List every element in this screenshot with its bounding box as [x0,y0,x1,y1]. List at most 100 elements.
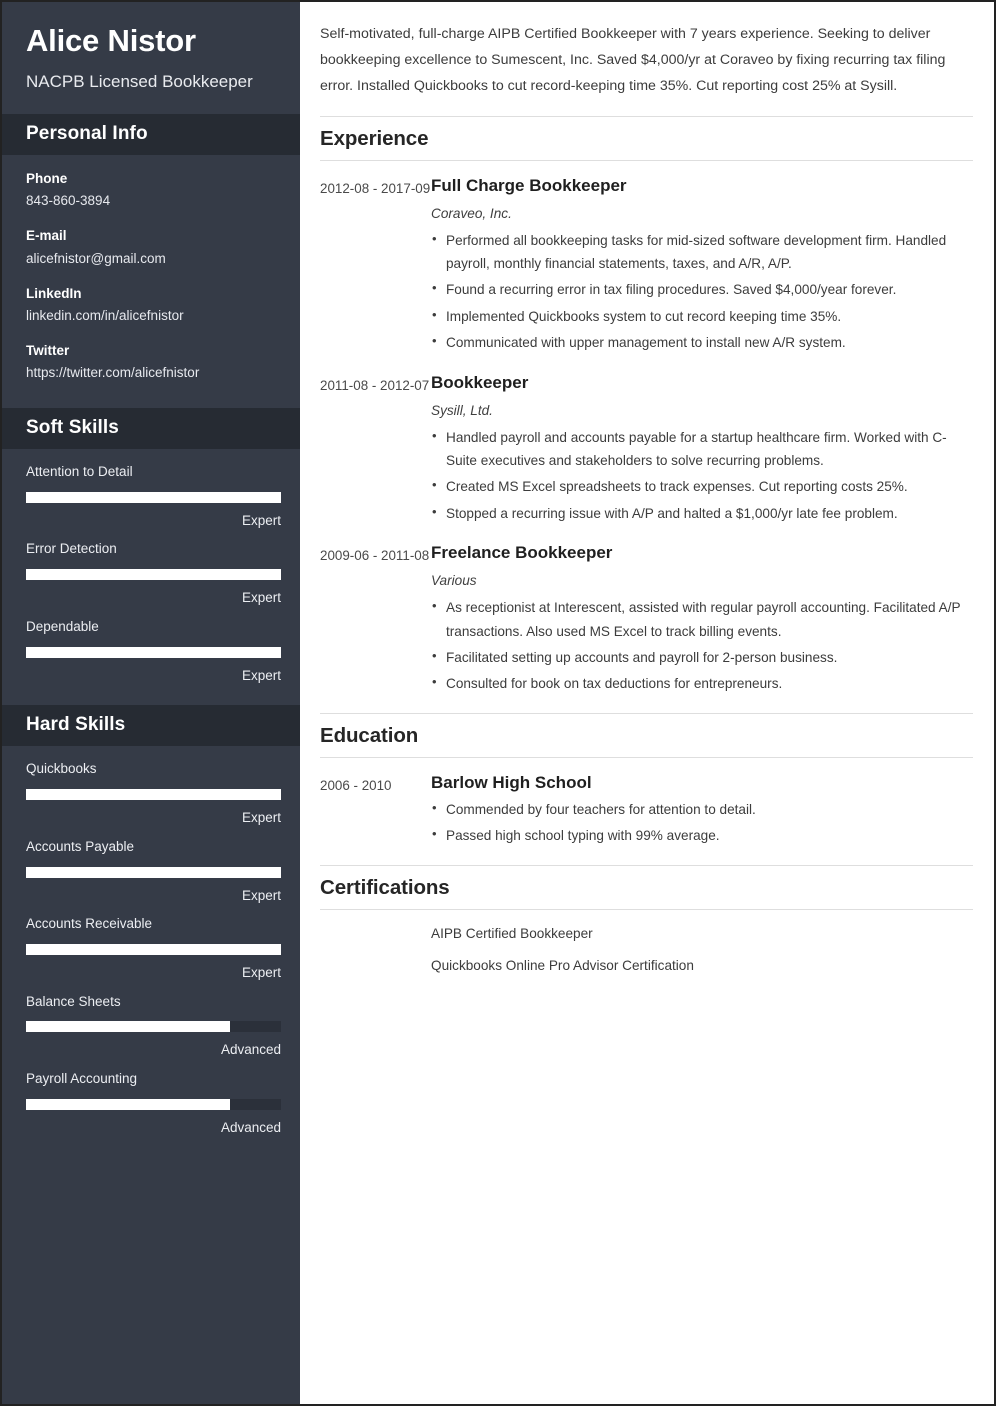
contact-value[interactable]: alicefnistor@gmail.com [26,249,279,270]
entry-bullet: Handled payroll and accounts payable for… [431,425,973,473]
entry-body: Full Charge Bookkeeper Coraveo, Inc. Perfo… [431,175,973,355]
professional-summary: Self-motivated, full-charge AIPB Certifi… [320,26,946,94]
entry-bullet: Consulted for book on tax deductions for… [431,671,973,695]
entry-bullet: Found a recurring error in tax filing pr… [431,277,973,301]
skill-level-label: Advanced [220,1042,281,1058]
certifications-list: AIPB Certified Bookkeeper Quickbooks Onli… [320,910,973,977]
skill-name: Accounts Receivable [26,916,153,932]
entry-bullets: As receptionist at Interescent, assisted… [431,595,973,696]
contact-item: Twitter https://twitter.com/alicefnistor [26,341,279,384]
entry-bullet: Implemented Quickbooks system to cut rec… [431,304,973,328]
skill-progress-fill [26,569,281,581]
sidebar: Alice Nistor NACPB Licensed Bookkeeper P… [2,2,300,1404]
skill-item: Payroll Accounting Advanced [26,1070,281,1136]
contact-item: LinkedIn linkedin.com/in/alicefnistor [26,284,279,327]
skill-progress-track [26,646,281,658]
skill-progress-fill [26,943,281,955]
entry: 2006 - 2010 Barlow High School Commended b… [320,772,973,848]
entry-bullet: Facilitated setting up accounts and payr… [431,645,973,669]
contact-label: Twitter [26,342,70,358]
skill-name: Balance Sheets [26,993,121,1009]
name-block: Alice Nistor NACPB Licensed Bookkeeper [2,2,300,114]
skill-level-label: Expert [241,887,281,903]
personal-info-list: Phone 843-860-3894 E-mail alicefnistor@gmai… [2,155,300,408]
skill-progress-track [26,491,281,503]
entry-dates: 2006 - 2010 [320,777,392,793]
soft-skills-heading: Soft Skills [2,407,300,449]
entry-bullets: Commended by four teachers for attention… [431,797,973,848]
certifications-section: Certifications AIPB Certified Bookkeeper… [320,864,973,977]
experience-entries: 2012-08 - 2017-09 Full Charge Bookkeeper C… [320,161,973,696]
contact-value[interactable]: 843-860-3894 [26,191,279,212]
skill-name: Payroll Accounting [26,1070,138,1086]
entry-bullet: As receptionist at Interescent, assisted… [431,595,973,643]
skill-level-label: Expert [241,964,281,980]
soft-skills-list: Attention to Detail Expert Error Detection… [2,449,300,705]
skill-level-label: Expert [241,810,281,826]
skill-item: Quickbooks Expert [26,760,281,826]
entry: 2012-08 - 2017-09 Full Charge Bookkeeper C… [320,175,973,355]
entry-bullet: Passed high school typing with 99% avera… [431,823,973,847]
entry-organization: Sysill, Ltd. [431,402,493,418]
certification-date-spacer [320,924,431,944]
education-entries: 2006 - 2010 Barlow High School Commended b… [320,758,973,848]
contact-label: LinkedIn [26,285,82,301]
skill-level-label: Expert [241,590,281,606]
contact-item: E-mail alicefnistor@gmail.com [26,226,279,269]
skill-progress-track [26,789,281,801]
certification-row: Quickbooks Online Pro Advisor Certificat… [320,956,973,976]
skill-progress-track [26,1021,281,1033]
certifications-heading: Certifications [320,864,973,910]
skill-item: Balance Sheets Advanced [26,993,281,1059]
skill-item: Accounts Payable Expert [26,838,281,904]
entry-title: Freelance Bookkeeper [431,543,613,563]
skill-progress-fill [26,789,281,801]
entry-dates: 2011-08 - 2012-07 [320,377,430,393]
main-column: Self-motivated, full-charge AIPB Certifi… [300,2,994,1404]
entry: 2011-08 - 2012-07Bookkeeper Sysill, Ltd. H… [320,372,973,526]
contact-value[interactable]: https://twitter.com/alicefnistor [26,363,279,384]
skill-item: Dependable Expert [26,618,281,684]
entry-body: Bookkeeper Sysill, Ltd. Handled payroll an… [431,372,973,526]
entry-bullets: Performed all bookkeeping tasks for mid-… [431,228,973,355]
skill-item: Error Detection Expert [26,540,281,606]
skill-progress-fill [26,646,281,658]
skill-progress-track [26,943,281,955]
skill-name: Attention to Detail [26,463,133,479]
skill-progress-fill [26,1098,230,1110]
entry-bullet: Stopped a recurring issue with A/P and h… [431,501,973,525]
skill-progress-track [26,569,281,581]
contact-value[interactable]: linkedin.com/in/alicefnistor [26,306,279,327]
contact-item: Phone 843-860-3894 [26,169,279,212]
skill-name: Dependable [26,618,99,634]
skill-progress-fill [26,1021,230,1033]
skill-progress-track [26,1098,281,1110]
entry-dates: 2009-06 - 2011-08 [320,548,430,564]
skill-name: Accounts Payable [26,838,135,854]
entry-body: Freelance Bookkeeper Various As receptioni… [431,542,973,696]
personal-info-heading: Personal Info [2,114,300,156]
education-heading: Education [320,712,973,758]
entry-bullet: Commended by four teachers for attention… [431,797,973,821]
experience-heading: Experience [320,115,973,161]
entry-body: Barlow High School Commended by four teac… [431,772,973,848]
certification-date-spacer [320,956,431,976]
entry: 2009-06 - 2011-08 Freelance Bookkeeper Var… [320,542,973,696]
skill-name: Quickbooks [26,761,97,777]
entry-dates: 2012-08 - 2017-09 [320,180,431,196]
entry-title: Full Charge Bookkeeper [431,175,627,195]
resume-page: Alice Nistor NACPB Licensed Bookkeeper P… [0,0,996,1406]
skill-name: Error Detection [26,541,117,557]
candidate-role: NACPB Licensed Bookkeeper [26,71,253,91]
contact-label: Phone [26,171,68,187]
hard-skills-list: Quickbooks Expert Accounts Payable Expert Ac… [2,746,300,1157]
entry-bullet: Created MS Excel spreadsheets to track e… [431,474,973,498]
hard-skills-heading: Hard Skills [2,705,300,747]
entry-bullets: Handled payroll and accounts payable for… [431,425,973,526]
certification-row: AIPB Certified Bookkeeper [320,924,973,944]
certification-name: AIPB Certified Bookkeeper [431,925,593,941]
skill-progress-track [26,866,281,878]
experience-section: Experience 2012-08 - 2017-09 Full Charge … [320,115,973,696]
skill-item: Accounts Receivable Expert [26,915,281,981]
certification-name: Quickbooks Online Pro Advisor Certificat… [431,958,694,974]
